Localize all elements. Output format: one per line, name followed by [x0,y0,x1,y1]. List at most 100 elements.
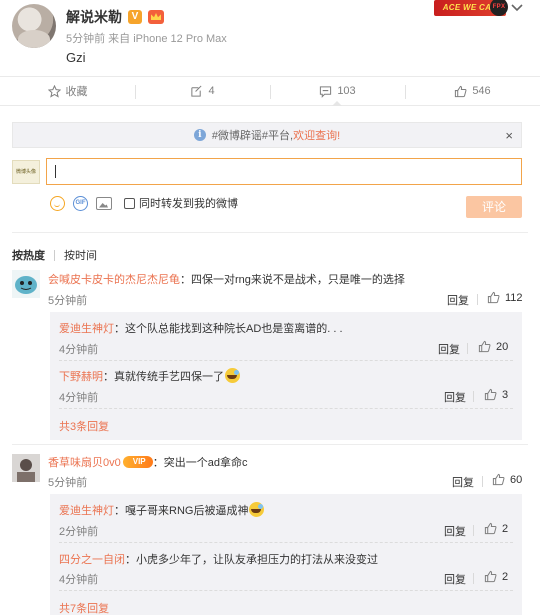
replier-name[interactable]: 四分之一自闭 [59,554,125,566]
action-separator [467,343,468,354]
author-name[interactable]: 解说米勒 [66,7,122,27]
reply-body: ：嘎子哥来RNG后被逼成神 [114,505,249,517]
repost-count: 4 [208,85,215,97]
favorite-button[interactable]: 收藏 [0,77,135,105]
divider [59,590,513,591]
reply-like-button[interactable]: 2 [484,522,508,535]
laughing-emoji-icon [249,502,265,517]
author-row: 解说米勒 V [66,8,164,26]
action-separator [473,525,474,536]
comment-time: 5分钟前 [48,477,88,489]
comment-like-button[interactable]: 112 [487,291,523,304]
comment-like-button[interactable]: 60 [492,473,522,486]
thumbs-up-icon [478,340,491,353]
reply-body: ：真就传统手艺四保一了 [103,371,224,383]
reply-body: ：这个队总能找到这种院长AD也是蛮离谱的. . . [114,323,343,335]
repost-checkbox[interactable] [124,197,135,209]
comment-like-count: 112 [505,291,523,304]
reply-like-count: 3 [502,388,509,401]
thumbs-up-icon [484,522,497,535]
more-replies-link[interactable]: 共7条回复 [59,600,109,615]
reply-button[interactable]: 回复 [444,523,466,539]
post-text: Gzi [66,50,86,65]
reply-button[interactable]: 回复 [452,474,474,490]
notice-bar[interactable]: i #微博辟谣#平台,欢迎查询! × [12,122,522,148]
replier-name[interactable]: 爱迪生神灯 [59,505,114,517]
action-separator [477,294,478,305]
action-bar: 收藏 4 103 546 [0,76,540,106]
reply-like-count: 20 [496,340,509,353]
reply-time: 4分钟前 [59,392,99,404]
verified-badge: V [128,10,142,24]
close-icon[interactable]: × [505,128,513,143]
notice-link[interactable]: 欢迎查询! [293,130,340,142]
reply-time: 4分钟前 [59,574,99,586]
image-icon[interactable] [96,196,112,210]
comment-time: 5分钟前 [48,295,88,307]
favorite-label: 收藏 [65,86,88,98]
sort-separator [54,249,55,261]
sort-by-time-tab[interactable]: 按时间 [64,247,97,263]
reply-like-count: 2 [502,570,509,583]
comment-count: 103 [337,85,356,97]
reply-text: 爱迪生神灯：嘎子哥来RNG后被逼成神 [59,502,265,518]
reply-like-button[interactable]: 3 [484,388,508,401]
replier-name[interactable]: 爱迪生神灯 [59,323,114,335]
reply-button[interactable]: 回复 [444,389,466,405]
star-icon [47,84,61,98]
reply-like-button[interactable]: 20 [478,340,508,353]
action-separator [482,476,483,487]
composer-toolbar: GIF 同时转发到我的微博 [50,194,238,212]
like-count: 546 [472,85,491,97]
divider [12,232,528,233]
comment-avatar[interactable] [12,270,40,298]
member-crown-icon [148,10,164,24]
comment-text: 会喊皮卡皮卡的杰尼杰尼龟：四保一对rng来说不是战术，只是唯一的选择 [48,271,405,287]
post-meta: 5分钟前 来自 iPhone 12 Pro Max [66,33,227,45]
reply-body: ：小虎多少年了，让队友承担压力的打法从来没变过 [125,554,378,566]
comment-body: ：突出一个ad拿命c [152,457,248,469]
commenter-name[interactable]: 香草味扇贝0v0 [48,457,121,469]
action-separator [473,573,474,584]
commenter-name[interactable]: 会喊皮卡皮卡的杰尼杰尼龟 [48,274,180,286]
laughing-emoji-icon [225,368,240,383]
chevron-down-icon[interactable] [510,0,524,14]
thumbs-up-icon [484,570,497,583]
reply-like-button[interactable]: 2 [484,570,508,583]
divider [59,408,513,409]
thumbs-up-icon [455,85,467,97]
reply-like-count: 2 [502,522,509,535]
reply-button[interactable]: 回复 [447,292,469,308]
divider [59,360,513,361]
comment-icon [320,85,332,98]
more-replies-link[interactable]: 共3条回复 [59,418,109,434]
divider [59,542,513,543]
sort-by-hot-tab[interactable]: 按热度 [12,247,45,263]
reply-button[interactable]: 回复 [444,571,466,587]
post-header: 解说米勒 V 5分钟前 来自 iPhone 12 Pro Max Gzi ACE… [0,0,540,76]
comment-avatar[interactable] [12,454,40,482]
comment-panel: i #微博辟谣#平台,欢迎查询! × 微博头像 GIF 同时转发到我的微博 评论… [0,106,540,615]
action-separator [473,391,474,402]
replier-name[interactable]: 下野赫明 [59,371,103,383]
comment-input[interactable] [46,158,522,185]
reply-button[interactable]: 回复 [438,341,460,357]
gif-icon[interactable]: GIF [73,195,88,211]
repost-checkbox-label[interactable]: 同时转发到我的微博 [139,195,238,211]
repost-button[interactable]: 4 [135,77,270,105]
author-avatar[interactable] [12,4,56,48]
vip-badge-icon [122,456,153,468]
repost-icon [191,85,202,97]
reply-time: 2分钟前 [59,526,99,538]
submit-comment-button[interactable]: 评论 [466,196,522,218]
info-icon: i [193,129,206,141]
comment-like-count: 60 [510,473,523,486]
reply-text: 四分之一自闭：小虎多少年了，让队友承担压力的打法从来没变过 [59,551,378,567]
text-caret [55,165,56,178]
thumbs-up-icon [492,473,505,486]
sort-tabs: 按热度 按时间 [12,247,97,263]
like-button[interactable]: 546 [405,77,540,105]
notice-text: #微博辟谣#平台,欢迎查询! [212,127,340,143]
emoji-icon[interactable] [50,195,65,211]
reply-text: 爱迪生神灯：这个队总能找到这种院长AD也是蛮离谱的. . . [59,320,343,336]
